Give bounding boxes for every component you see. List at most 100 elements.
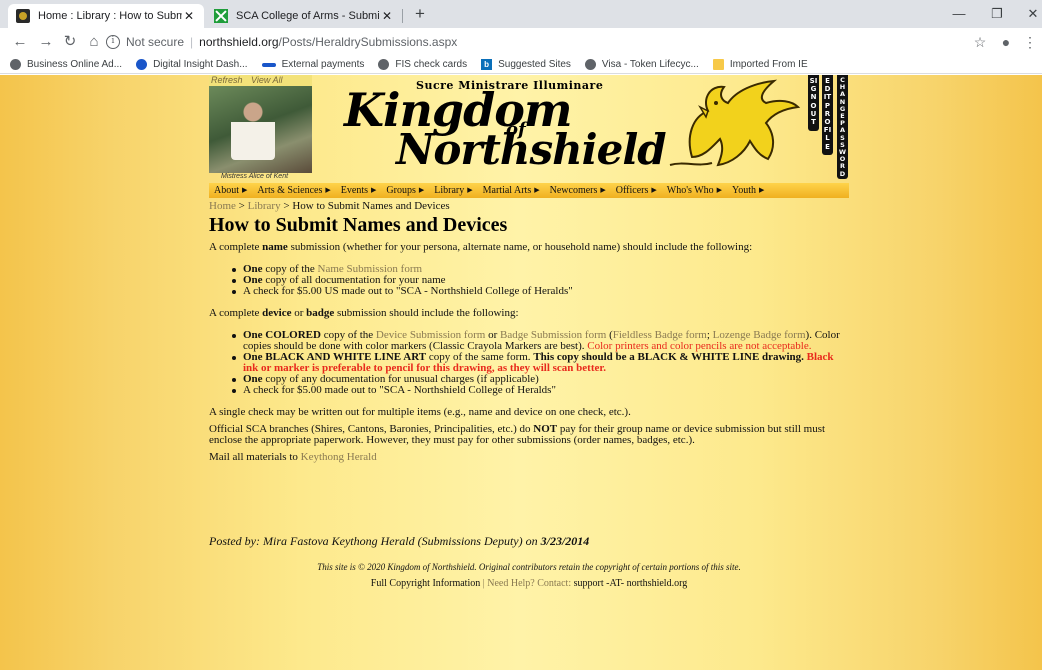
- globe-icon: [584, 59, 596, 70]
- tab-inactive[interactable]: SCA College of Arms - Submissio ✕: [206, 4, 402, 28]
- nav-label: Officers: [615, 185, 649, 196]
- view-all-link[interactable]: View All: [251, 75, 283, 85]
- tab-close-icon[interactable]: ✕: [182, 9, 196, 23]
- nav-item-whos-who[interactable]: Who's Who ▶: [667, 185, 722, 196]
- refresh-link[interactable]: Refresh: [211, 75, 243, 85]
- nav-item-library[interactable]: Library ▶: [434, 185, 472, 196]
- info-icon[interactable]: i: [106, 35, 120, 49]
- restore-button[interactable]: ❐: [982, 4, 1012, 24]
- minimize-button[interactable]: —: [944, 4, 974, 24]
- nav-item-newcomers[interactable]: Newcomers ▶: [550, 185, 606, 196]
- change-password-button[interactable]: CHANGE PASSWORD: [837, 75, 848, 179]
- back-arrow-icon[interactable]: ←: [10, 32, 30, 52]
- bookmark-item[interactable]: Visa - Token Lifecyc...: [584, 59, 699, 70]
- new-tab-button[interactable]: +: [410, 5, 430, 25]
- address-bar[interactable]: i Not secure | northshield.org /Posts/He…: [106, 31, 956, 53]
- device-requirements-list: One COLORED copy of the Device Submissio…: [209, 330, 849, 396]
- nav-item-events[interactable]: Events ▶: [341, 185, 377, 196]
- url-host: northshield.org: [199, 35, 279, 49]
- bookmark-item[interactable]: Digital Insight Dash...: [136, 59, 248, 70]
- nav-item-martial-arts[interactable]: Martial Arts ▶: [483, 185, 540, 196]
- bookmark-label: Business Online Ad...: [27, 59, 123, 70]
- bookmark-star-icon[interactable]: ☆: [970, 32, 990, 52]
- breadcrumb-library[interactable]: Library: [248, 200, 281, 212]
- bookmark-item[interactable]: Imported From IE: [712, 59, 808, 70]
- breadcrumb: Home > Library > How to Submit Names and…: [209, 200, 450, 212]
- caret-right-icon: ▶: [600, 186, 606, 194]
- nav-item-arts-sciences[interactable]: Arts & Sciences ▶: [257, 185, 330, 196]
- nav-item-about[interactable]: About ▶: [214, 185, 247, 196]
- tab-title: Home : Library : How to Submit N: [38, 10, 182, 22]
- nav-label: Library: [434, 185, 465, 196]
- menu-kebab-icon[interactable]: ⋮: [1020, 32, 1040, 52]
- list-item: One BLACK AND WHITE LINE ART copy of the…: [232, 352, 849, 374]
- edit-profile-button[interactable]: EDIT PROFILE: [822, 75, 833, 155]
- caret-right-icon: ▶: [325, 186, 331, 194]
- text: Mail all materials to: [209, 451, 301, 463]
- bookmark-item[interactable]: b Suggested Sites: [481, 59, 571, 70]
- bookmark-label: Visa - Token Lifecyc...: [601, 59, 699, 70]
- device-intro: A complete device or badge submission sh…: [209, 308, 849, 319]
- need-help-link[interactable]: Need Help? Contact:: [487, 578, 571, 589]
- posted-by: Posted by: Mira Fastova Keythong Herald …: [209, 534, 589, 549]
- griffin-icon: [669, 79, 801, 167]
- text-bold: device: [262, 307, 292, 319]
- featured-photo: Refresh View All Mistress Alice of Kent: [209, 75, 312, 180]
- nav-label: Newcomers: [549, 185, 598, 196]
- keythong-herald-link[interactable]: Keythong Herald: [301, 451, 377, 463]
- address-divider: |: [190, 35, 194, 49]
- caret-right-icon: ▶: [651, 186, 657, 194]
- text: A check for $5.00 made out to "SCA - Nor…: [243, 384, 556, 396]
- edit-profile-label: EDIT PROFILE: [823, 77, 832, 151]
- sign-out-button[interactable]: SIGN OUT: [808, 75, 819, 131]
- official-branches-note: Official SCA branches (Shires, Cantons, …: [209, 424, 849, 446]
- page-title: How to Submit Names and Devices: [209, 214, 508, 236]
- profile-icon[interactable]: ●: [996, 32, 1016, 52]
- bookmark-item[interactable]: Business Online Ad...: [10, 59, 122, 70]
- text: A complete: [209, 241, 263, 253]
- home-icon[interactable]: ⌂: [84, 32, 104, 52]
- single-check-note: A single check may be written out for mu…: [209, 406, 631, 418]
- footer-links: Full Copyright Information | Need Help? …: [209, 578, 849, 589]
- bookmarks-bar: Business Online Ad... Digital Insight Da…: [0, 56, 1042, 74]
- breadcrumb-sep: >: [238, 200, 245, 212]
- text-bold: badge: [306, 307, 335, 319]
- bookmark-item[interactable]: FIS check cards: [378, 59, 467, 70]
- sign-out-label: SIGN OUT: [809, 77, 818, 127]
- kingdom-logo[interactable]: Sucre Ministrare Illuminare Kingdom of N…: [344, 77, 804, 179]
- bookmark-item[interactable]: External payments: [261, 59, 365, 70]
- copyright-info-link[interactable]: Full Copyright Information: [371, 578, 480, 589]
- tab-close-icon[interactable]: ✕: [380, 9, 394, 23]
- logo-word-northshield: Northshield: [396, 125, 667, 174]
- portrait-image[interactable]: [209, 86, 312, 173]
- photo-caption: Mistress Alice of Kent: [221, 173, 289, 180]
- tab-divider: [402, 9, 403, 23]
- forward-arrow-icon[interactable]: →: [36, 32, 56, 52]
- portrait-figure: [231, 100, 275, 160]
- nav-label: Martial Arts: [482, 185, 532, 196]
- caret-right-icon: ▶: [242, 186, 248, 194]
- tab-active[interactable]: Home : Library : How to Submit N ✕: [8, 4, 204, 28]
- bookmark-label: Imported From IE: [729, 59, 808, 70]
- breadcrumb-home[interactable]: Home: [209, 200, 236, 212]
- browser-toolbar: ← → ↻ ⌂ i Not secure | northshield.org /…: [0, 28, 1042, 56]
- posted-date: 3/23/2014: [540, 534, 590, 548]
- page-background: Refresh View All Mistress Alice of Kent …: [0, 75, 1042, 670]
- list-item: One COLORED copy of the Device Submissio…: [232, 330, 849, 352]
- caret-right-icon: ▶: [759, 186, 765, 194]
- breadcrumb-sep: >: [283, 200, 290, 212]
- text-bold: name: [262, 241, 288, 253]
- name-requirements-list: One copy of the Name Submission form One…: [209, 264, 849, 297]
- bookmark-label: External payments: [281, 59, 365, 70]
- close-window-button[interactable]: ✕: [1018, 4, 1042, 24]
- nav-item-officers[interactable]: Officers ▶: [616, 185, 657, 196]
- article-body: A complete name submission (whether for …: [209, 242, 849, 463]
- mail-note: Mail all materials to Keythong Herald: [209, 452, 849, 463]
- text: A complete: [209, 307, 263, 319]
- reload-icon[interactable]: ↻: [60, 32, 80, 52]
- nav-item-youth[interactable]: Youth ▶: [732, 185, 764, 196]
- tab-title: SCA College of Arms - Submissio: [236, 10, 380, 22]
- nav-item-groups[interactable]: Groups ▶: [386, 185, 424, 196]
- nav-label: About: [214, 185, 239, 196]
- copyright-notice: This site is © 2020 Kingdom of Northshie…: [317, 562, 741, 572]
